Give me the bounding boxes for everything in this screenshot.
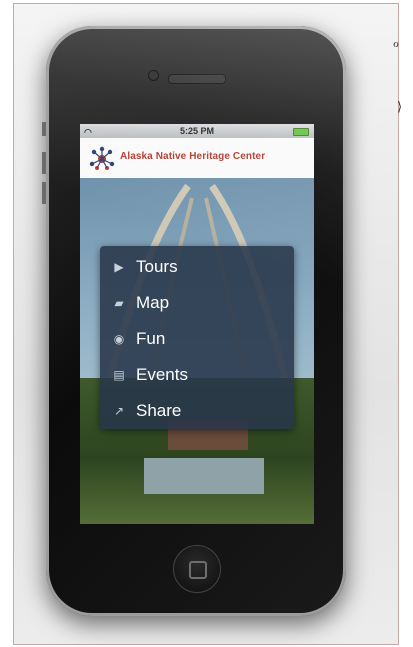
margin-mark-bottom: ⟩ xyxy=(397,100,403,115)
menu-item-label: Map xyxy=(136,293,170,312)
menu-item-tours[interactable]: ▶ Tours xyxy=(100,249,296,285)
menu-item-label: Fun xyxy=(136,329,166,348)
menu-item-label: Share xyxy=(136,401,182,420)
wifi-icon: ◠ xyxy=(84,127,92,137)
volume-down-button xyxy=(42,182,46,204)
play-icon: ▶ xyxy=(114,260,124,274)
front-camera xyxy=(148,70,159,81)
pond-photo xyxy=(144,458,264,494)
menu-item-label: Tours xyxy=(136,257,178,276)
share-icon: ↗ xyxy=(113,404,125,418)
status-bar: ◠ 5:25 PM xyxy=(80,124,314,138)
menu-item-share[interactable]: ↗ Share xyxy=(100,393,296,429)
volume-up-button xyxy=(42,152,46,174)
home-square-icon xyxy=(189,561,207,579)
calendar-icon: ▤ xyxy=(113,368,125,382)
mute-switch xyxy=(42,122,46,136)
iphone-device: ◠ 5:25 PM Alaska Native Heritage Center xyxy=(42,26,346,616)
status-time: 5:25 PM xyxy=(179,126,214,136)
app-header: Alaska Native Heritage Center xyxy=(80,138,314,179)
map-icon: ▰ xyxy=(114,296,124,310)
earpiece-speaker xyxy=(168,74,226,84)
heritage-logo-icon xyxy=(89,146,115,170)
app-title: Alaska Native Heritage Center xyxy=(120,151,266,162)
margin-mark-top: ℴ xyxy=(393,36,400,51)
phone-screen: ◠ 5:25 PM Alaska Native Heritage Center xyxy=(80,124,314,524)
menu-item-fun[interactable]: ◉ Fun xyxy=(100,321,296,357)
menu-item-events[interactable]: ▤ Events xyxy=(100,357,296,393)
battery-icon xyxy=(293,128,309,136)
home-button[interactable] xyxy=(173,545,221,593)
menu-item-map[interactable]: ▰ Map xyxy=(100,285,296,321)
main-menu: ▶ Tours ▰ Map ◉ Fun ▤ Events ↗ Share xyxy=(100,246,294,429)
fun-icon: ◉ xyxy=(113,332,125,346)
menu-item-label: Events xyxy=(136,365,188,384)
